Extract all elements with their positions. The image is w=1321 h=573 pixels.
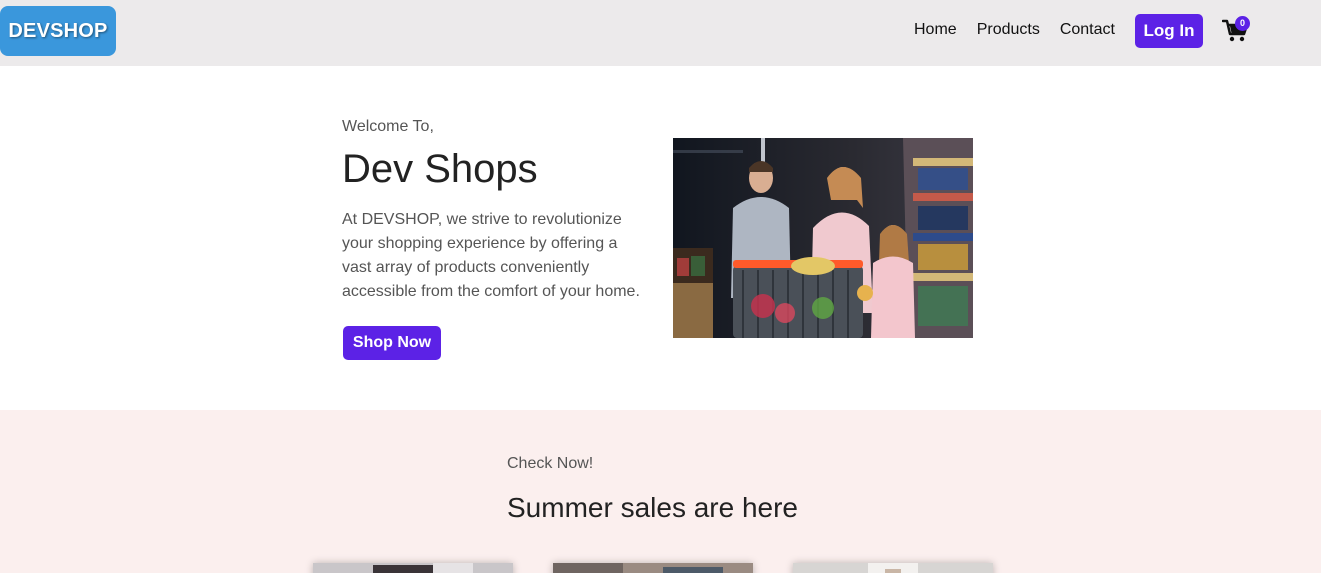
hero-kicker: Welcome To, (342, 118, 434, 135)
product-card-3[interactable] (793, 563, 993, 573)
shop-now-button[interactable]: Shop Now (343, 326, 441, 360)
nav-link-products[interactable]: Products (977, 20, 1040, 40)
product-card-1-image (313, 563, 513, 573)
nav-link-contact[interactable]: Contact (1060, 20, 1115, 40)
sales-title: Summer sales are here (507, 492, 799, 523)
product-card-2[interactable] (553, 563, 753, 573)
hero-photo-illustration (673, 138, 973, 338)
summer-sales-section: Check Now! Summer sales are here (0, 410, 1321, 573)
product-card-1[interactable] (313, 563, 513, 573)
hero-description: At DEVSHOP, we strive to revolutionize y… (342, 211, 640, 300)
cart-count-badge: 0 (1235, 16, 1250, 31)
product-card-2-image (553, 563, 753, 573)
main-nav: Home Products Contact (914, 20, 1115, 40)
nav-link-home[interactable]: Home (914, 20, 957, 40)
hero-family-shopping-image (673, 138, 973, 338)
sales-kicker: Check Now! (507, 455, 594, 472)
login-button[interactable]: Log In (1135, 14, 1203, 48)
brand-logo[interactable]: DEVSHOP (0, 6, 116, 56)
hero-title: Dev Shops (342, 147, 538, 191)
navbar: DEVSHOP Home Products Contact Log In 0 (0, 0, 1321, 66)
product-card-3-image (793, 563, 993, 573)
